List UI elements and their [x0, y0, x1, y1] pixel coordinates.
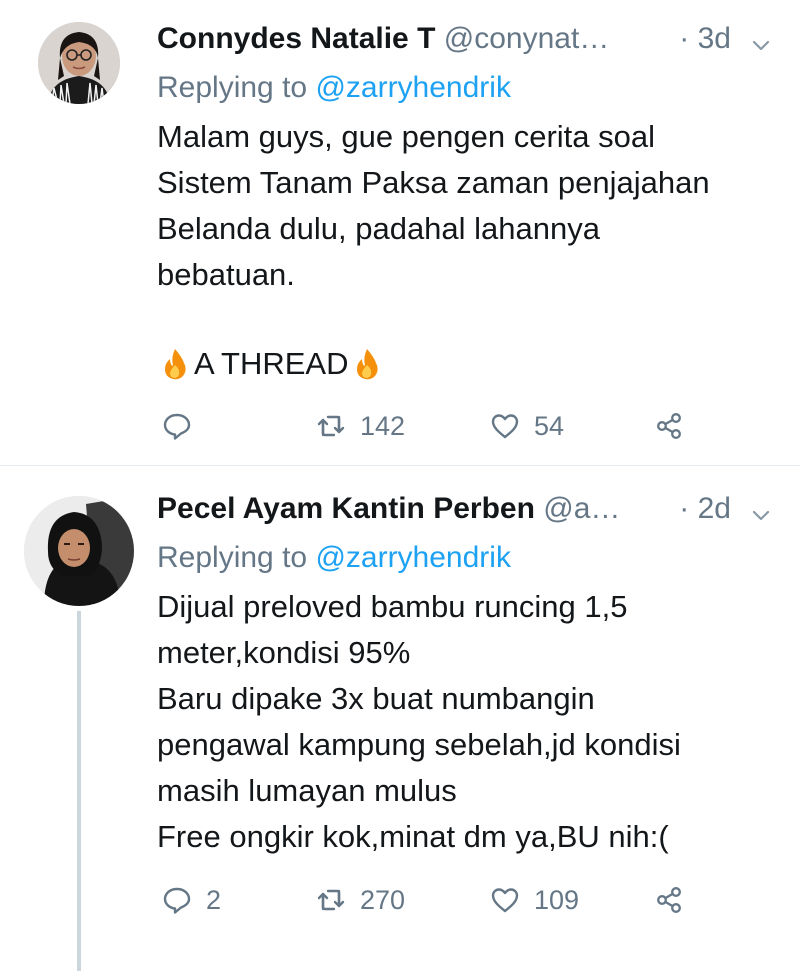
heart-icon — [490, 411, 520, 441]
reply-count: 2 — [206, 884, 222, 915]
reply-icon — [162, 411, 192, 441]
tweet-actions: 142 54 — [158, 406, 718, 446]
thread-label: A THREAD — [160, 341, 382, 387]
like-button[interactable]: 109 — [490, 880, 579, 920]
tweet-actions: 2 270 109 — [158, 880, 718, 920]
chevron-down-icon[interactable] — [749, 28, 773, 52]
share-icon — [654, 885, 684, 915]
replying-to: Replying to @zarryhendrik — [157, 538, 511, 578]
share-button[interactable] — [654, 880, 684, 920]
mention-link[interactable]: @zarryhendrik — [315, 541, 511, 574]
retweet-button[interactable]: 142 — [316, 406, 405, 446]
replying-to: Replying to @zarryhendrik — [157, 68, 511, 108]
like-count: 54 — [534, 410, 565, 441]
replying-to-prefix: Replying to — [157, 71, 308, 104]
heart-icon — [490, 885, 520, 915]
tweet-header: Connydes Natalie T @conynat… · 3d — [157, 18, 777, 60]
replying-to-prefix: Replying to — [157, 541, 308, 574]
reply-button[interactable] — [162, 406, 206, 446]
thread-connector-line — [77, 611, 81, 971]
timestamp[interactable]: · 2d — [679, 488, 731, 530]
retweet-count: 270 — [360, 884, 406, 915]
tweet-item[interactable]: Pecel Ayam Kantin Perben @a… · 2d Replyi… — [0, 466, 800, 971]
avatar[interactable] — [24, 496, 134, 606]
user-handle[interactable]: @conynat… — [444, 22, 610, 55]
mention-link[interactable]: @zarryhendrik — [315, 71, 511, 104]
retweet-button[interactable]: 270 — [316, 880, 405, 920]
tweet-header: Pecel Ayam Kantin Perben @a… · 2d — [157, 488, 777, 530]
tweet-text: Dijual preloved bambu runcing 1,5 meter,… — [157, 589, 681, 854]
reply-icon — [162, 885, 192, 915]
user-handle[interactable]: @a… — [543, 492, 620, 525]
avatar[interactable] — [38, 22, 120, 104]
retweet-icon — [316, 411, 346, 441]
share-button[interactable] — [654, 406, 684, 446]
like-button[interactable]: 54 — [490, 406, 564, 446]
reply-button[interactable]: 2 — [162, 880, 221, 920]
share-icon — [654, 411, 684, 441]
display-name[interactable]: Pecel Ayam Kantin Perben — [157, 492, 535, 525]
tweet-text: Malam guys, gue pengen cerita soal Siste… — [157, 119, 710, 292]
retweet-count: 142 — [360, 410, 406, 441]
fire-emoji — [352, 347, 382, 381]
tweet-item[interactable]: Connydes Natalie T @conynat… · 3d Replyi… — [0, 0, 800, 466]
retweet-icon — [316, 885, 346, 915]
like-count: 109 — [534, 884, 580, 915]
timestamp[interactable]: · 3d — [679, 18, 731, 60]
chevron-down-icon[interactable] — [749, 498, 773, 522]
fire-emoji — [160, 347, 190, 381]
display-name[interactable]: Connydes Natalie T — [157, 22, 435, 55]
thread-label-text: A THREAD — [194, 346, 349, 381]
